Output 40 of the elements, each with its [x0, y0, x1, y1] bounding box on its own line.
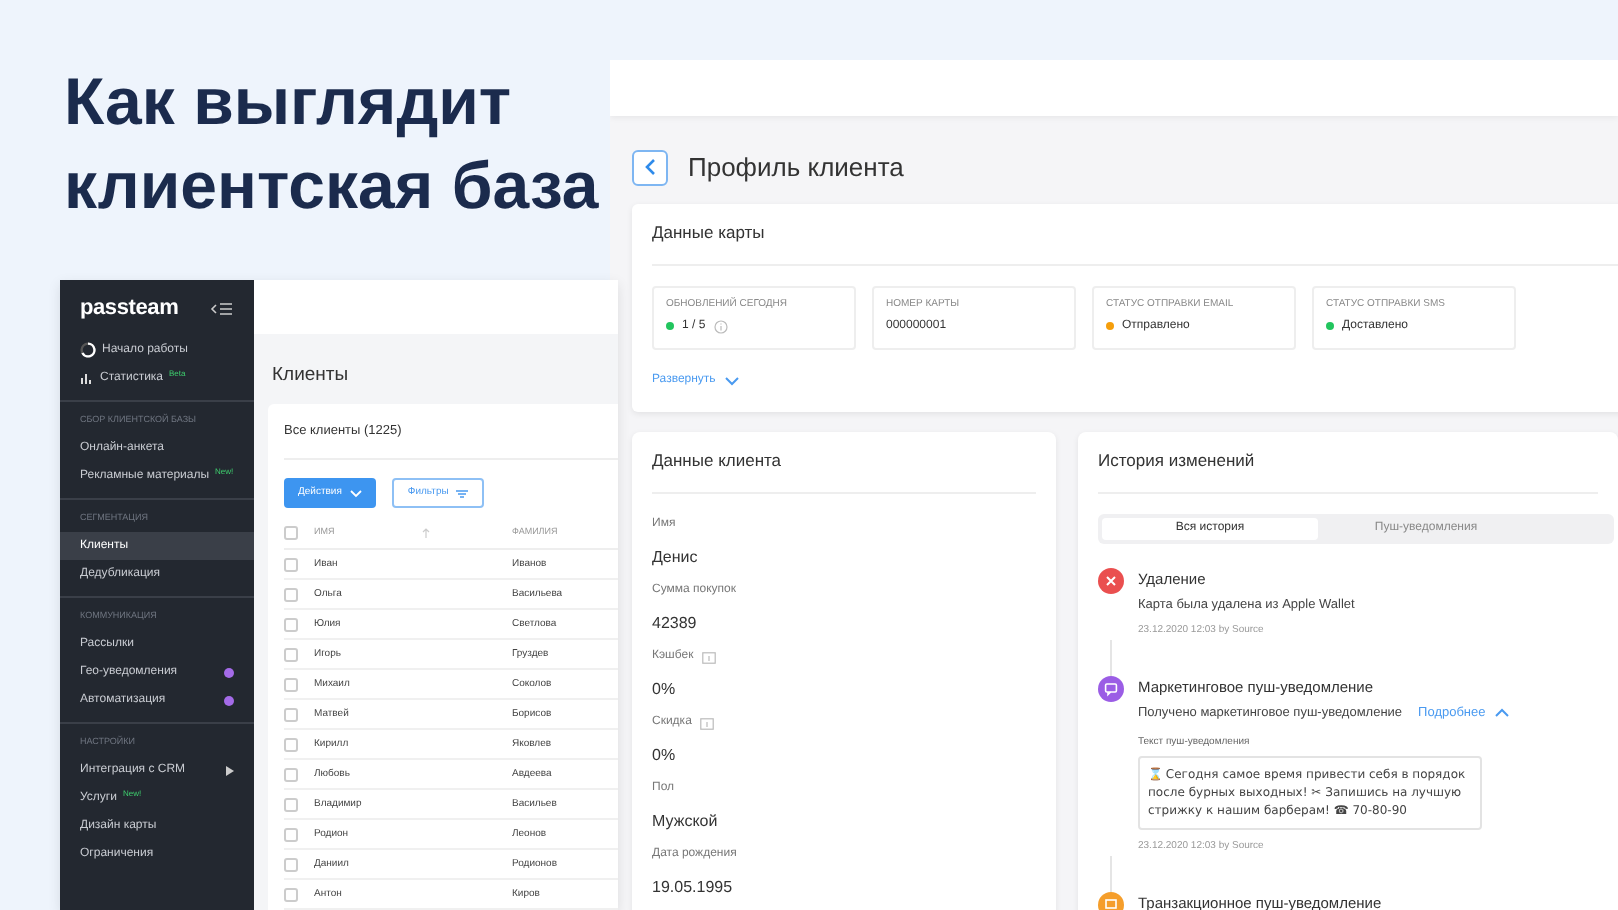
row-checkbox[interactable]: [284, 707, 298, 722]
field-value: 42389: [652, 611, 699, 635]
row-checkbox[interactable]: [284, 887, 298, 902]
section-title: История изменений: [1098, 448, 1255, 474]
field-value: 19.05.1995: [652, 875, 735, 899]
progress-ring-icon: [80, 342, 96, 358]
collapse-button[interactable]: [210, 298, 234, 318]
row-checkbox[interactable]: [284, 827, 298, 842]
chevron-down-icon: [723, 375, 740, 385]
page-title: Профиль клиента: [688, 150, 904, 186]
row-checkbox[interactable]: [284, 737, 298, 752]
row-checkbox[interactable]: [284, 617, 298, 632]
headline-text: Как выглядит: [64, 62, 514, 142]
section-title: Данные клиента: [652, 448, 782, 474]
filter-icon: [456, 489, 469, 498]
row-checkbox[interactable]: [284, 587, 298, 602]
headline-text: клиентская база: [64, 146, 599, 226]
chevron-left-icon: [644, 158, 656, 177]
page-title: Клиенты: [270, 362, 351, 390]
row-checkbox[interactable]: [284, 797, 298, 812]
menu-icon: [210, 301, 232, 315]
bar-chart-icon: [80, 372, 94, 384]
select-all-checkbox[interactable]: [284, 526, 298, 541]
back-button[interactable]: [632, 149, 668, 186]
field-value: 0%: [652, 743, 678, 767]
field-value: 0%: [652, 677, 678, 701]
row-checkbox[interactable]: [284, 767, 298, 782]
triangle-right-icon: [226, 765, 234, 775]
logo-text: passteam: [80, 293, 179, 324]
field-value: Денис: [652, 545, 700, 570]
chevron-up-icon: [1493, 708, 1510, 719]
chevron-down-icon: [349, 489, 362, 498]
row-checkbox[interactable]: [284, 557, 298, 572]
field-value: Мужской: [652, 809, 720, 834]
dot-icon: [224, 667, 234, 677]
row-checkbox[interactable]: [284, 677, 298, 692]
row-checkbox[interactable]: [284, 647, 298, 662]
dot-icon: [224, 695, 234, 705]
row-checkbox[interactable]: [284, 857, 298, 872]
section-title: Данные карты: [652, 220, 765, 246]
